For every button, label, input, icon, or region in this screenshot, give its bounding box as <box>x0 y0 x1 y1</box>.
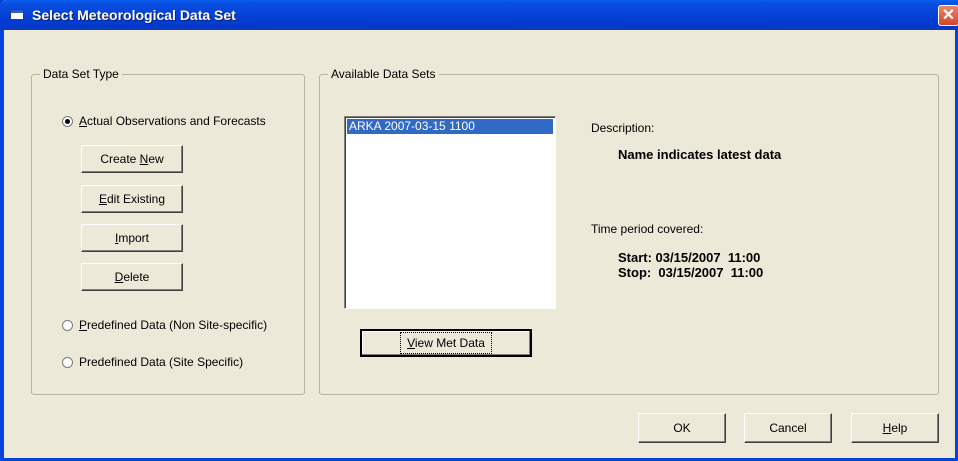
title-bar[interactable]: Select Meteorological Data Set ✕ <box>0 0 958 30</box>
radio-label: Predefined Data (Non Site-specific) <box>79 318 268 332</box>
close-button[interactable]: ✕ <box>938 5 958 26</box>
close-icon: ✕ <box>941 7 956 24</box>
time-period-label: Time period covered: <box>591 222 704 236</box>
ok-button[interactable]: OK <box>638 413 726 443</box>
radio-indicator[interactable] <box>62 319 73 331</box>
radio-indicator[interactable] <box>62 115 73 127</box>
data-set-type-legend: Data Set Type <box>40 67 122 81</box>
radio-label: Predefined Data (Site Specific) <box>79 355 244 369</box>
delete-button[interactable]: Delete <box>81 263 183 291</box>
window-icon <box>10 9 24 20</box>
radio-indicator[interactable] <box>62 356 73 368</box>
description-label: Description: <box>591 121 655 135</box>
data-sets-listbox[interactable]: ARKA 2007-03-15 1100 <box>344 116 556 309</box>
list-item[interactable]: ARKA 2007-03-15 1100 <box>347 119 553 134</box>
import-button[interactable]: Import <box>81 224 183 252</box>
create-new-button[interactable]: Create New <box>81 145 183 173</box>
radio-predefined-site-specific[interactable]: Predefined Data (Site Specific) <box>62 355 243 369</box>
dialog-window: Select Meteorological Data Set ✕ Data Se… <box>0 0 958 461</box>
radio-actual-observations[interactable]: Actual Observations and Forecasts <box>62 114 266 128</box>
available-data-sets-legend: Available Data Sets <box>328 67 439 81</box>
start-time: Start: 03/15/2007 11:00 <box>618 250 761 265</box>
cancel-button[interactable]: Cancel <box>744 413 832 443</box>
window-title: Select Meteorological Data Set <box>32 7 236 23</box>
stop-time: Stop: 03/15/2007 11:00 <box>618 265 764 280</box>
description-value: Name indicates latest data <box>618 147 782 162</box>
help-button[interactable]: Help <box>851 413 939 443</box>
radio-label: Actual Observations and Forecasts <box>79 114 266 128</box>
radio-predefined-non-site-specific[interactable]: Predefined Data (Non Site-specific) <box>62 318 267 332</box>
edit-existing-button[interactable]: Edit Existing <box>81 185 183 213</box>
view-met-data-button[interactable]: View Met Data <box>360 329 532 357</box>
